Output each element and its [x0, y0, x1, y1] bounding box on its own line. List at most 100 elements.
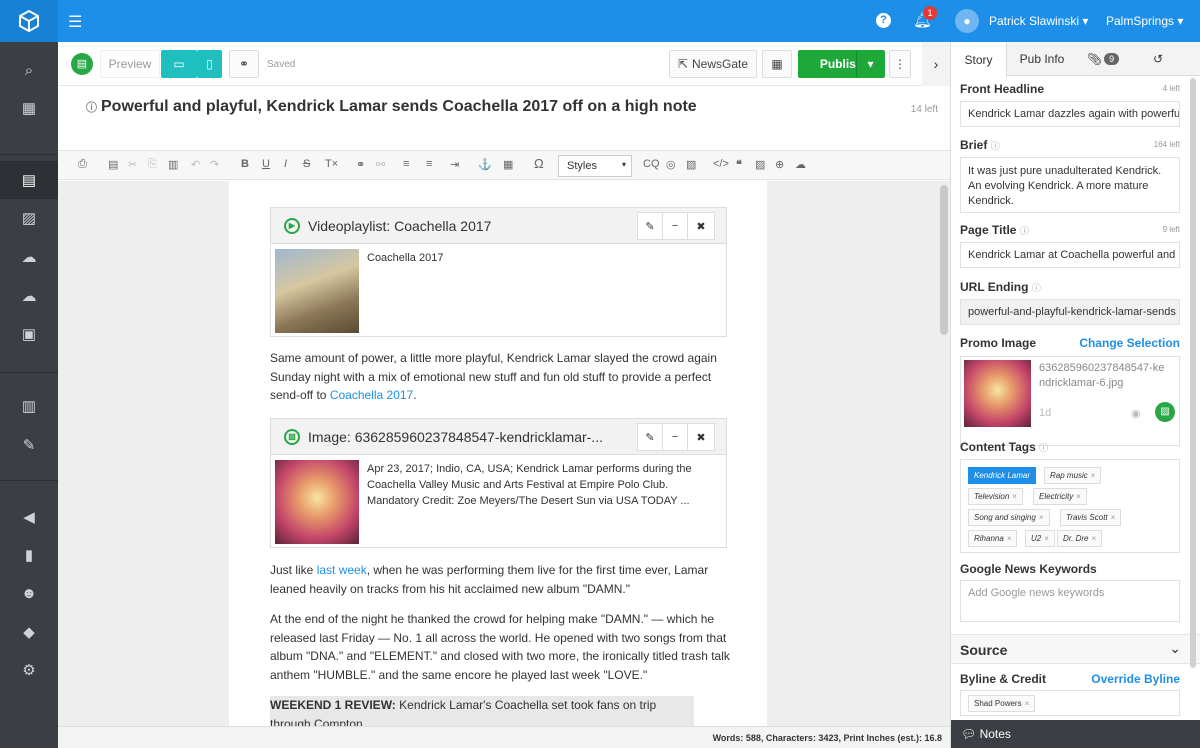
- tab-pub-info[interactable]: Pub Info: [1009, 42, 1075, 76]
- image-insert-icon[interactable]: ▨: [755, 158, 765, 171]
- tag-chip[interactable]: U2 ×: [1025, 530, 1055, 547]
- undo-icon[interactable]: ↶: [191, 158, 200, 171]
- editor-scrollbar[interactable]: [940, 185, 948, 335]
- image-select-icon[interactable]: ▨: [1155, 402, 1175, 422]
- settings-icon[interactable]: ⚙: [0, 651, 58, 689]
- source-section[interactable]: Source ⌄: [951, 634, 1200, 664]
- tag-chip[interactable]: Electricity ×: [1033, 488, 1087, 505]
- brief-textarea[interactable]: It was just pure unadulterated Kendrick.…: [960, 157, 1180, 213]
- tag-chip[interactable]: Television ×: [968, 488, 1023, 505]
- hide-all-icon[interactable]: ▨: [686, 158, 696, 171]
- eye-icon[interactable]: ◉: [1131, 407, 1141, 420]
- anchor-icon[interactable]: ⚓: [478, 158, 492, 171]
- underline-icon[interactable]: U: [262, 158, 270, 170]
- mobile-view-icon[interactable]: ▯: [197, 50, 222, 78]
- site-menu[interactable]: PalmSprings ▾: [1106, 14, 1183, 28]
- page-title-input[interactable]: Kendrick Lamar at Coachella powerful and: [960, 242, 1180, 268]
- coachella-link[interactable]: Coachella 2017: [330, 388, 413, 402]
- zoom-icon[interactable]: ⊕: [775, 158, 784, 171]
- remove-tag-icon[interactable]: ×: [1039, 513, 1044, 522]
- remove-tag-icon[interactable]: ×: [1007, 534, 1012, 543]
- numbered-list-icon[interactable]: ≡: [403, 158, 409, 170]
- video-icon[interactable]: ▣: [0, 315, 58, 353]
- redo-icon[interactable]: ↷: [210, 158, 219, 171]
- edit-icon[interactable]: ✎: [637, 212, 663, 240]
- desktop-view-icon[interactable]: ▭: [161, 50, 197, 78]
- preview-button[interactable]: Preview: [100, 50, 160, 78]
- styles-select[interactable]: Styles ▾: [558, 155, 632, 177]
- unlink-icon[interactable]: ⚯: [376, 158, 385, 171]
- story-body[interactable]: ▶ Videoplaylist: Coachella 2017 ✎ − ✖ Co…: [229, 181, 767, 726]
- bold-icon[interactable]: B: [241, 158, 249, 170]
- paste-text-icon[interactable]: ▥: [168, 158, 178, 171]
- remove-tag-icon[interactable]: ×: [1012, 492, 1017, 501]
- newsgate-button[interactable]: ⇱ NewsGate: [669, 50, 757, 78]
- image-icon[interactable]: ▨: [0, 199, 58, 237]
- chevron-right-icon[interactable]: ›: [922, 42, 950, 86]
- cloud-download-icon[interactable]: ☁: [0, 277, 58, 315]
- hide-icon[interactable]: ◎: [666, 158, 676, 171]
- remove-tag-icon[interactable]: ×: [1025, 699, 1030, 708]
- copy-icon[interactable]: ⎘: [148, 158, 157, 171]
- search-icon[interactable]: ⌕: [0, 51, 58, 89]
- panel-scrollbar[interactable]: [1190, 78, 1196, 668]
- content-tags-box[interactable]: Kendrick Lamar Rap music × Television × El…: [960, 459, 1180, 553]
- front-headline-input[interactable]: Kendrick Lamar dazzles again with powerf…: [960, 101, 1180, 127]
- override-byline-link[interactable]: Override Byline: [1091, 672, 1180, 686]
- paragraph-2[interactable]: Just like last week, when he was perform…: [270, 561, 730, 598]
- tag-chip[interactable]: Rihanna ×: [968, 530, 1018, 547]
- tag-chip[interactable]: Rap music ×: [1044, 467, 1102, 484]
- calendar-icon[interactable]: ▦: [0, 89, 58, 127]
- remove-tag-icon[interactable]: ×: [1111, 513, 1116, 522]
- remove-tag-icon[interactable]: ×: [1091, 534, 1096, 543]
- indent-icon[interactable]: ⇥: [450, 158, 459, 171]
- change-selection-link[interactable]: Change Selection: [1079, 336, 1180, 350]
- source-icon[interactable]: ⎙: [78, 158, 87, 171]
- tag-chip[interactable]: Dr. Dre ×: [1057, 530, 1103, 547]
- paragraph-3[interactable]: At the end of the night he thanked the c…: [270, 610, 730, 684]
- minimize-icon[interactable]: −: [662, 212, 688, 240]
- cq-icon[interactable]: CQ: [643, 158, 660, 170]
- users-icon[interactable]: ☻: [0, 574, 58, 612]
- quote-icon[interactable]: ❝: [736, 158, 742, 171]
- user-menu[interactable]: Patrick Slawinski ▾: [989, 14, 1088, 28]
- video-embed[interactable]: ▶ Videoplaylist: Coachella 2017 ✎ − ✖ Co…: [270, 207, 727, 337]
- template-icon[interactable]: ▦: [503, 158, 513, 171]
- upload-icon[interactable]: ☁: [795, 158, 806, 171]
- image-embed[interactable]: ▨ Image: 636285960237848547-kendricklama…: [270, 418, 727, 548]
- tags-icon[interactable]: ◆: [0, 613, 58, 651]
- remove-format-icon[interactable]: T×: [325, 158, 338, 170]
- link-icon[interactable]: ⚭: [229, 50, 259, 78]
- url-ending-input[interactable]: powerful-and-playful-kendrick-lamar-send…: [960, 299, 1180, 325]
- google-news-keywords-input[interactable]: Add Google news keywords: [960, 580, 1180, 622]
- byline-box[interactable]: Shad Powers ×: [960, 690, 1180, 716]
- minimize-icon[interactable]: −: [662, 423, 688, 451]
- app-logo-icon[interactable]: [0, 0, 58, 42]
- promo-image-card[interactable]: 636285960237848547-kendricklamar-6.jpg 1…: [960, 356, 1180, 446]
- remove-tag-icon[interactable]: ×: [1044, 534, 1049, 543]
- last-week-link[interactable]: last week: [317, 563, 367, 577]
- avatar[interactable]: ●: [955, 9, 979, 33]
- newspaper-icon[interactable]: ▥: [0, 387, 58, 425]
- paste-icon[interactable]: ▤: [108, 158, 118, 171]
- chevron-down-icon[interactable]: ⌄: [1169, 640, 1181, 657]
- close-icon[interactable]: ✖: [687, 423, 715, 451]
- italic-icon[interactable]: I: [284, 158, 287, 170]
- headline[interactable]: ⓘ Powerful and playful, Kendrick Lamar se…: [86, 98, 697, 116]
- notes-bar[interactable]: 💬︎ Notes: [951, 720, 1200, 748]
- remove-tag-icon[interactable]: ×: [1076, 492, 1081, 501]
- close-icon[interactable]: ✖: [687, 212, 715, 240]
- calendar-icon[interactable]: ▦: [762, 50, 792, 78]
- menu-icon[interactable]: ☰: [68, 12, 82, 32]
- strikethrough-icon[interactable]: S: [303, 158, 310, 170]
- tag-chip[interactable]: Kendrick Lamar: [968, 467, 1037, 484]
- help-icon[interactable]: ?: [876, 13, 891, 28]
- bar-chart-icon[interactable]: ▮: [0, 536, 58, 574]
- megaphone-icon[interactable]: ◀: [0, 498, 58, 536]
- document-icon[interactable]: ▤: [0, 161, 58, 199]
- cut-icon[interactable]: ✂: [128, 158, 137, 171]
- byline-chip[interactable]: Shad Powers ×: [968, 695, 1036, 712]
- history-icon[interactable]: ↺: [1143, 42, 1173, 76]
- wrench-icon[interactable]: ✎: [0, 426, 58, 464]
- tab-story[interactable]: Story: [951, 42, 1007, 77]
